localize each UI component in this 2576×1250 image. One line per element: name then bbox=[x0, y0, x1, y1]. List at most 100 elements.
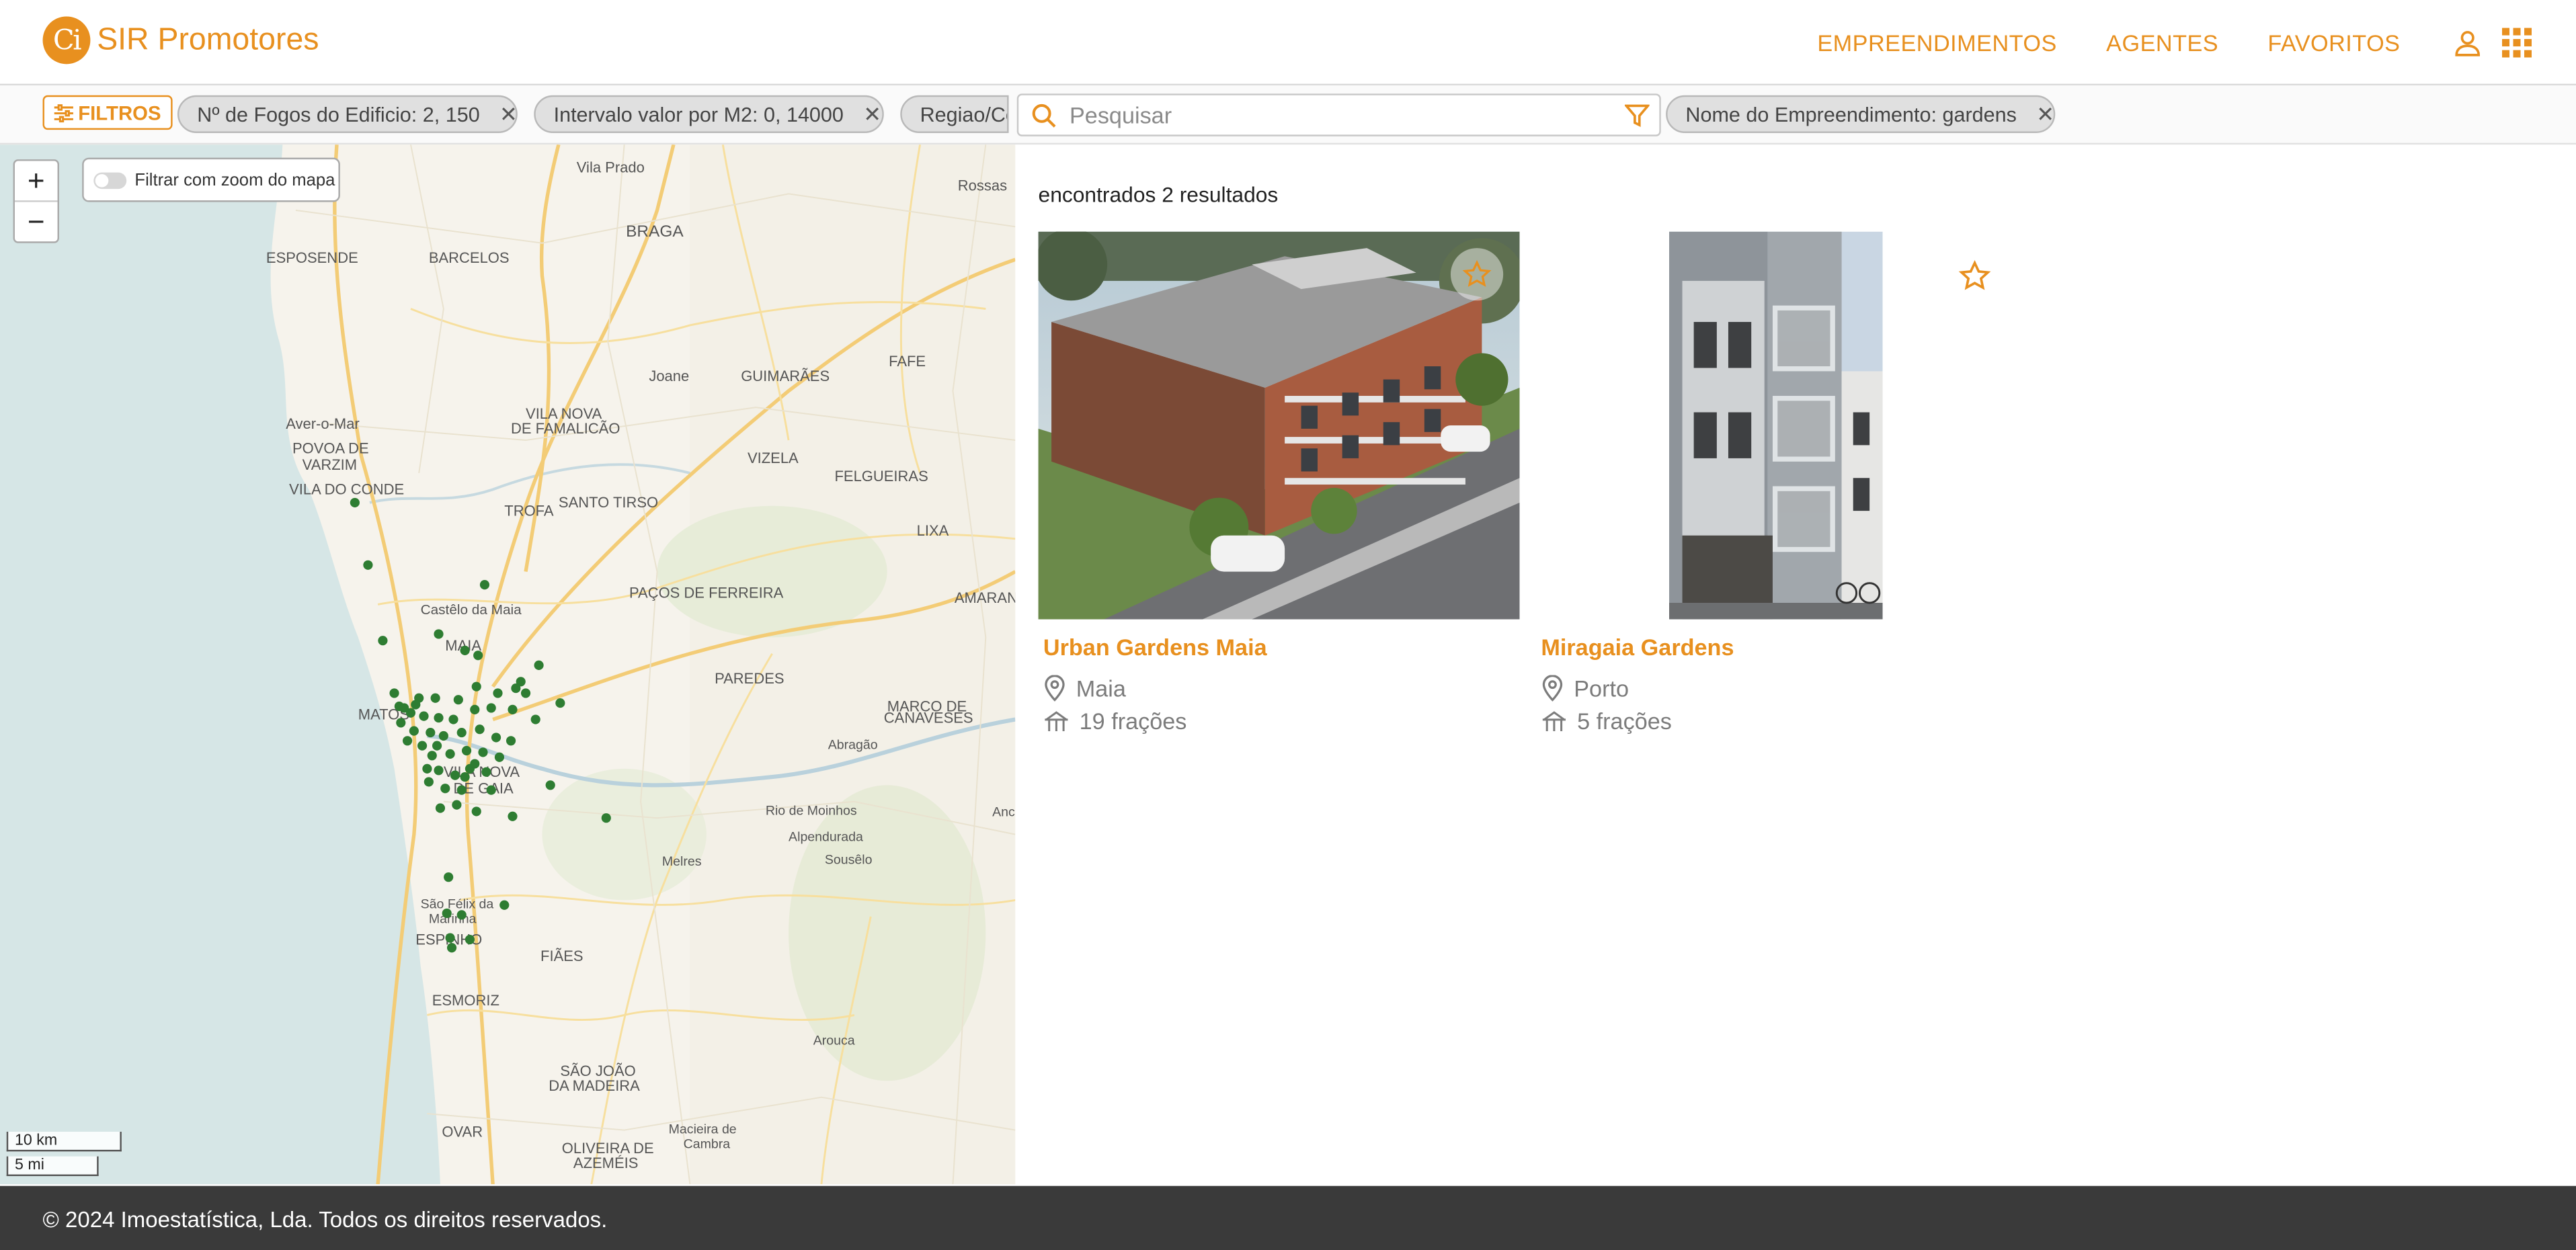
filter-chip-regiao[interactable]: Regiao/Co bbox=[900, 95, 1009, 133]
map-label: SANTO TIRSO bbox=[559, 494, 658, 511]
map-marker[interactable] bbox=[399, 703, 409, 713]
map-label: FELGUEIRAS bbox=[834, 468, 928, 485]
property-title[interactable]: Miragaia Gardens bbox=[1541, 634, 1734, 660]
map-marker[interactable] bbox=[411, 700, 421, 710]
map-marker[interactable] bbox=[473, 651, 483, 661]
filters-label: FILTROS bbox=[78, 101, 161, 124]
footer: © 2024 Imoestatística, Lda. Todos os dir… bbox=[0, 1185, 2576, 1250]
filter-chip-valor-m2[interactable]: Intervalo valor por M2: 0, 14000 ✕ bbox=[534, 95, 884, 133]
map-marker[interactable] bbox=[440, 784, 450, 794]
filter-chip-nome[interactable]: Nome do Empreendimento: gardens ✕ bbox=[1666, 95, 2056, 133]
map-marker[interactable] bbox=[499, 900, 510, 910]
map-marker[interactable] bbox=[508, 811, 518, 821]
map-marker[interactable] bbox=[460, 772, 470, 782]
map-marker[interactable] bbox=[456, 728, 467, 738]
filter-chip-fogos[interactable]: Nº de Fogos do Edificio: 2, 150 ✕ bbox=[177, 95, 518, 133]
search-input[interactable] bbox=[1066, 100, 1625, 130]
map-marker[interactable] bbox=[470, 704, 480, 714]
nav-favoritos[interactable]: FAVORITOS bbox=[2267, 29, 2400, 55]
map-marker[interactable] bbox=[506, 736, 516, 746]
zoom-in-button[interactable]: + bbox=[15, 161, 58, 201]
map-marker[interactable] bbox=[470, 759, 480, 769]
zoom-out-button[interactable]: − bbox=[14, 200, 58, 241]
map-marker[interactable] bbox=[450, 770, 460, 780]
map-marker[interactable] bbox=[453, 695, 463, 705]
map-marker[interactable] bbox=[481, 767, 491, 777]
favorite-star-icon[interactable] bbox=[1450, 248, 1504, 301]
map-marker[interactable] bbox=[493, 688, 503, 698]
property-image[interactable] bbox=[1668, 231, 1883, 620]
map-marker[interactable] bbox=[520, 688, 531, 698]
map-marker[interactable] bbox=[427, 751, 437, 761]
map-marker[interactable] bbox=[434, 713, 444, 723]
map-marker[interactable] bbox=[417, 741, 428, 751]
filter-funnel-icon[interactable] bbox=[1624, 103, 1650, 128]
user-icon[interactable] bbox=[2450, 24, 2486, 60]
close-icon[interactable]: ✕ bbox=[499, 101, 516, 127]
search-icon bbox=[1032, 103, 1056, 127]
map-marker[interactable] bbox=[378, 636, 388, 646]
map-marker[interactable] bbox=[419, 711, 429, 721]
property-title[interactable]: Urban Gardens Maia bbox=[1043, 634, 1267, 660]
zoom-filter-toggle[interactable] bbox=[93, 171, 127, 188]
filters-button[interactable]: FILTROS bbox=[42, 95, 173, 130]
map-marker[interactable] bbox=[424, 777, 434, 787]
map-marker[interactable] bbox=[534, 660, 544, 670]
close-icon[interactable]: ✕ bbox=[863, 101, 881, 127]
map-marker[interactable] bbox=[430, 693, 440, 703]
favorite-star-icon[interactable] bbox=[1958, 259, 1991, 300]
map-marker[interactable] bbox=[486, 785, 496, 795]
map-marker[interactable] bbox=[545, 780, 555, 790]
map-marker[interactable] bbox=[402, 736, 413, 746]
map-marker[interactable] bbox=[461, 745, 472, 756]
results-count: encontrados 2 resultados bbox=[1038, 182, 1279, 207]
map-marker[interactable] bbox=[422, 763, 432, 774]
map-marker[interactable] bbox=[456, 910, 467, 920]
map-marker[interactable] bbox=[471, 806, 481, 817]
map-marker[interactable] bbox=[555, 698, 565, 708]
map-marker[interactable] bbox=[491, 733, 501, 743]
map-marker[interactable] bbox=[486, 703, 496, 713]
map-marker[interactable] bbox=[460, 645, 470, 655]
map-marker[interactable] bbox=[434, 765, 444, 776]
property-image[interactable] bbox=[1038, 231, 1520, 620]
map-marker[interactable] bbox=[479, 580, 490, 590]
map-marker[interactable] bbox=[456, 785, 467, 795]
map-marker[interactable] bbox=[432, 741, 442, 751]
logo[interactable]: Ci SIR Promotores bbox=[42, 16, 319, 65]
map-marker[interactable] bbox=[350, 497, 360, 507]
map-marker[interactable] bbox=[511, 683, 521, 694]
property-units: 19 frações bbox=[1043, 708, 1186, 735]
map-label: Castêlo da Maia bbox=[421, 602, 522, 618]
map-marker[interactable] bbox=[448, 714, 458, 724]
map-marker[interactable] bbox=[442, 908, 452, 919]
map-marker[interactable] bbox=[445, 933, 455, 943]
map-marker[interactable] bbox=[508, 704, 518, 714]
close-icon[interactable]: ✕ bbox=[2036, 101, 2054, 127]
map-marker[interactable] bbox=[465, 934, 475, 945]
map-marker[interactable] bbox=[530, 714, 540, 724]
map-marker[interactable] bbox=[444, 872, 454, 882]
map-marker[interactable] bbox=[452, 800, 462, 810]
nav-empreendimentos[interactable]: EMPREENDIMENTOS bbox=[1817, 29, 2057, 55]
map-marker[interactable] bbox=[434, 629, 444, 639]
map-marker[interactable] bbox=[409, 726, 419, 736]
map-marker[interactable] bbox=[435, 803, 446, 813]
nav-agentes[interactable]: AGENTES bbox=[2106, 29, 2218, 55]
map-marker[interactable] bbox=[363, 560, 373, 570]
map-marker[interactable] bbox=[389, 688, 399, 698]
map-marker[interactable] bbox=[601, 813, 611, 823]
map-marker[interactable] bbox=[475, 724, 485, 735]
map-marker[interactable] bbox=[446, 943, 457, 953]
map-marker[interactable] bbox=[426, 728, 436, 738]
map-marker[interactable] bbox=[471, 681, 481, 692]
map-marker[interactable] bbox=[396, 718, 406, 728]
map-marker[interactable] bbox=[494, 752, 505, 762]
map-marker[interactable] bbox=[445, 749, 455, 759]
location-pin-icon bbox=[1045, 675, 1065, 702]
map-view[interactable]: Vila Prado Rossas BRAGA ESPOSENDE BARCEL… bbox=[0, 144, 1016, 1185]
apps-grid-icon[interactable] bbox=[2499, 24, 2535, 60]
map-marker[interactable] bbox=[438, 731, 448, 741]
map-marker[interactable] bbox=[478, 747, 488, 757]
map-label: BRAGA bbox=[626, 222, 684, 241]
